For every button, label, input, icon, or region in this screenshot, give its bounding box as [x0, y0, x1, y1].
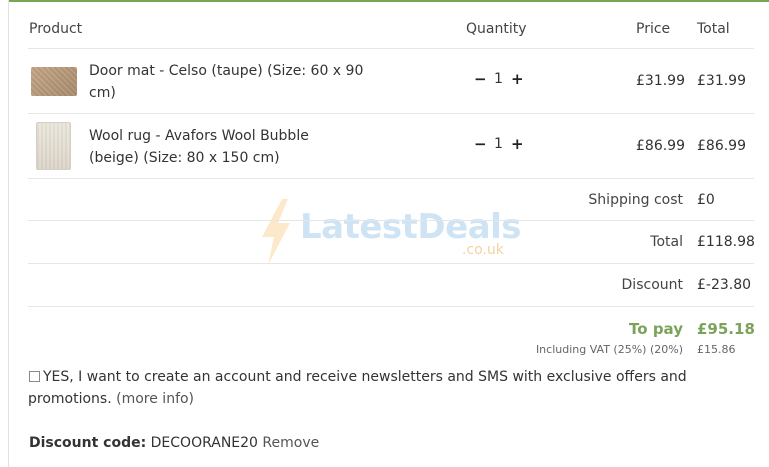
left-border — [8, 0, 9, 467]
product-name-door-mat[interactable]: Door mat - Celso (taupe) (Size: 60 x 90 … — [89, 60, 379, 104]
item-price: £31.99 — [636, 73, 685, 89]
shipping-value: £0 — [697, 192, 715, 208]
discount-code-label: Discount code: — [29, 435, 147, 451]
product-name-wool-rug[interactable]: Wool rug - Avafors Wool Bubble (beige) (… — [89, 125, 329, 169]
watermark-domain: .co.uk — [462, 242, 504, 258]
item-total: £31.99 — [697, 73, 746, 89]
vat-label: Including VAT (25%) (20%) — [535, 343, 683, 356]
header-price: Price — [636, 21, 671, 37]
quantity-value: 1 — [494, 71, 503, 87]
newsletter-promotions: promotions. — [28, 391, 112, 407]
header-product: Product — [29, 21, 83, 37]
total-label: Total — [650, 234, 683, 250]
divider — [28, 306, 754, 307]
lightning-icon — [262, 199, 290, 265]
remove-discount-link[interactable]: Remove — [262, 435, 319, 451]
divider — [28, 48, 754, 49]
discount-code-value: DECOORANE20 — [150, 435, 258, 451]
discount-value: £-23.80 — [697, 277, 752, 293]
newsletter-checkbox[interactable] — [29, 371, 40, 382]
quantity-decrease-button[interactable]: − — [474, 70, 487, 88]
top-accent-bar — [8, 0, 769, 2]
quantity-value: 1 — [494, 136, 503, 152]
item-total: £86.99 — [697, 138, 746, 154]
vat-value: £15.86 — [697, 343, 736, 356]
header-quantity: Quantity — [466, 21, 527, 37]
divider — [28, 263, 754, 264]
newsletter-text: YES, I want to create an account and rec… — [43, 369, 687, 385]
quantity-increase-button[interactable]: + — [511, 70, 524, 88]
discount-label: Discount — [621, 277, 683, 293]
newsletter-text-line2: promotions. (more info) — [28, 391, 194, 407]
item-price: £86.99 — [636, 138, 685, 154]
quantity-decrease-button[interactable]: − — [474, 135, 487, 153]
shipping-label: Shipping cost — [588, 192, 683, 208]
more-info-link[interactable]: (more info) — [116, 391, 194, 407]
quantity-increase-button[interactable]: + — [511, 135, 524, 153]
divider — [28, 220, 754, 221]
watermark-logo: LatestDeals — [300, 207, 522, 247]
to-pay-value: £95.18 — [697, 320, 755, 338]
product-thumbnail-wool-rug[interactable] — [36, 122, 71, 170]
product-thumbnail-door-mat[interactable] — [31, 67, 77, 96]
total-value: £118.98 — [697, 234, 755, 250]
discount-code-row: Discount code: DECOORANE20 Remove — [29, 435, 319, 451]
divider — [28, 178, 754, 179]
divider — [28, 113, 754, 114]
to-pay-label: To pay — [629, 320, 683, 338]
header-total: Total — [697, 21, 730, 37]
